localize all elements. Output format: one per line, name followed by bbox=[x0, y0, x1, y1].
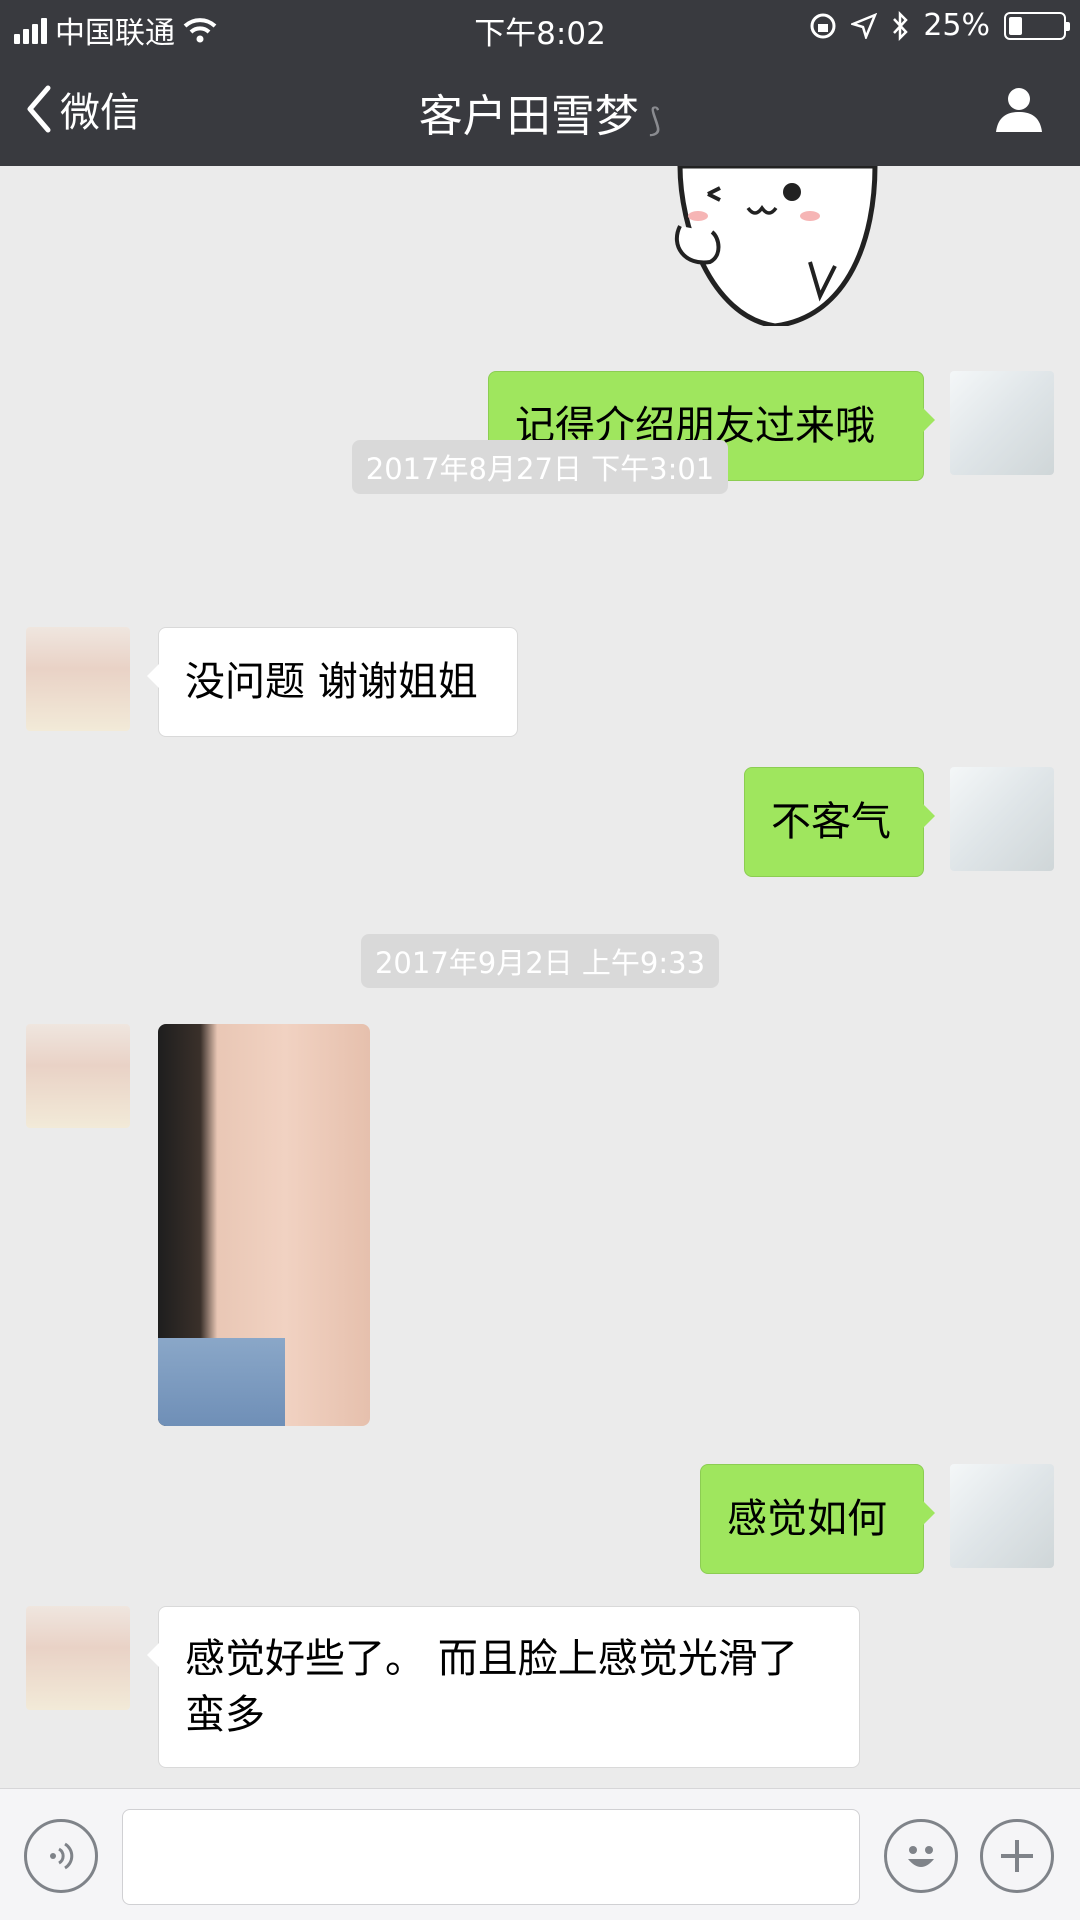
message-bubble-outgoing[interactable]: 不客气 bbox=[744, 767, 935, 877]
status-bar: 中国联通 下午8:02 25% bbox=[0, 0, 1080, 54]
message-text: 不客气 bbox=[771, 799, 891, 845]
timestamp: 2017年8月27日 下午3:01 bbox=[0, 440, 1080, 494]
person-icon[interactable] bbox=[994, 84, 1044, 134]
ear-icon: ⟆ bbox=[648, 101, 662, 139]
plus-button[interactable] bbox=[980, 1819, 1054, 1893]
timestamp-label: 2017年9月2日 上午9:33 bbox=[360, 934, 720, 988]
photo-detail bbox=[158, 1337, 286, 1426]
message-bubble-incoming[interactable]: 感觉好些了。 而且脸上感觉光滑了蛮多 bbox=[147, 1606, 860, 1768]
battery-icon bbox=[1004, 11, 1070, 40]
message-text: 感觉好些了。 而且脸上感觉光滑了蛮多 bbox=[185, 1636, 798, 1738]
timestamp: 2017年9月2日 上午9:33 bbox=[0, 934, 1080, 988]
rotation-lock-icon bbox=[810, 13, 836, 38]
voice-icon bbox=[50, 1842, 74, 1870]
status-right: 25% bbox=[809, 8, 1070, 43]
customer-avatar[interactable] bbox=[26, 627, 130, 731]
battery-percent: 25% bbox=[923, 8, 990, 43]
photo-message[interactable] bbox=[158, 1024, 370, 1426]
sticker-image[interactable] bbox=[660, 166, 890, 326]
chat-area[interactable]: 记得介绍朋友过来哦 2017年8月27日 下午3:01 没问题 谢谢姐姐 不客气… bbox=[0, 166, 1080, 1788]
message-bubble-outgoing[interactable]: 感觉如何 bbox=[700, 1464, 935, 1574]
customer-avatar[interactable] bbox=[26, 1606, 130, 1710]
message-text: 没问题 谢谢姐姐 bbox=[185, 659, 478, 705]
nav-bar: 微信 客户田雪梦 ⟆ bbox=[0, 54, 1080, 166]
input-bar bbox=[0, 1788, 1080, 1920]
chat-title: 客户田雪梦 bbox=[418, 91, 639, 142]
battery-fill bbox=[1009, 16, 1022, 35]
bluetooth-icon bbox=[893, 10, 909, 41]
my-avatar[interactable] bbox=[950, 1464, 1054, 1568]
emoji-icon bbox=[908, 1846, 934, 1867]
emoji-button[interactable] bbox=[884, 1819, 958, 1893]
voice-button[interactable] bbox=[24, 1819, 98, 1893]
message-bubble-incoming[interactable]: 没问题 谢谢姐姐 bbox=[147, 627, 518, 737]
timestamp-label: 2017年8月27日 下午3:01 bbox=[351, 440, 729, 494]
location-icon bbox=[851, 12, 878, 39]
top-bar: 中国联通 下午8:02 25% 微信 客户田雪梦 ⟆ bbox=[0, 0, 1080, 166]
message-text: 感觉如何 bbox=[727, 1496, 887, 1542]
page-title: 客户田雪梦 ⟆ bbox=[0, 80, 1080, 144]
plus-icon bbox=[1001, 1840, 1033, 1872]
message-input[interactable] bbox=[122, 1809, 860, 1905]
customer-avatar[interactable] bbox=[26, 1024, 130, 1128]
my-avatar[interactable] bbox=[950, 767, 1054, 871]
